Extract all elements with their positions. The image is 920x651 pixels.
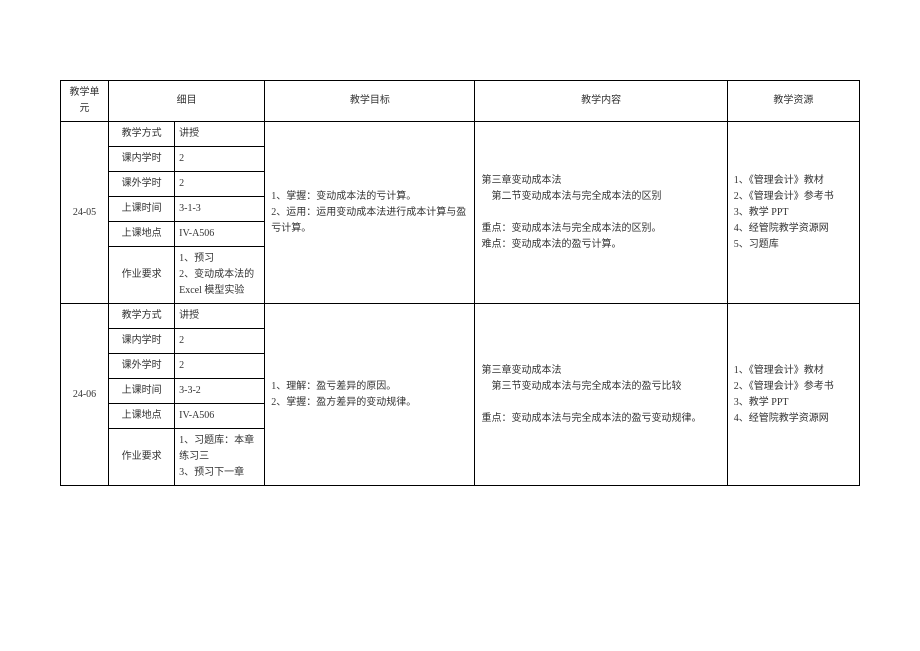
unit-id: 24-05 [61, 122, 109, 304]
detail-label: 课内学时 [109, 329, 175, 354]
detail-label: 课外学时 [109, 172, 175, 197]
table-row: 24-05 教学方式 讲授 1、掌握：变动成本法的亏计算。 2、运用：运用变动成… [61, 122, 860, 147]
content-cell: 第三章变动成本法 第三节变动成本法与完全成本法的盈亏比较 重点：变动成本法与完全… [475, 304, 727, 486]
detail-value: 2 [175, 329, 265, 354]
detail-label: 教学方式 [109, 304, 175, 329]
detail-label: 上课地点 [109, 404, 175, 429]
resources-cell: 1、《管理会计》教材 2、《管理会计》参考书 3、教学 PPT 4、经管院教学资… [727, 304, 859, 486]
detail-value: 2 [175, 147, 265, 172]
table-header-row: 教学单元 细目 教学目标 教学内容 教学资源 [61, 81, 860, 122]
detail-label: 上课时间 [109, 379, 175, 404]
detail-label: 教学方式 [109, 122, 175, 147]
detail-label: 上课地点 [109, 222, 175, 247]
header-objectives: 教学目标 [265, 81, 475, 122]
detail-value: 1、习题库：本章练习三 3、预习下一章 [175, 429, 265, 486]
detail-label: 作业要求 [109, 247, 175, 304]
detail-value: 2 [175, 172, 265, 197]
detail-label: 课内学时 [109, 147, 175, 172]
detail-value: IV-A506 [175, 404, 265, 429]
detail-value: 3-1-3 [175, 197, 265, 222]
content-cell: 第三章变动成本法 第二节变动成本法与完全成本法的区别 重点：变动成本法与完全成本… [475, 122, 727, 304]
objectives-cell: 1、理解：盈亏差异的原因。 2、掌握：盈方差异的变动规律。 [265, 304, 475, 486]
detail-value: 2 [175, 354, 265, 379]
lesson-plan-table: 教学单元 细目 教学目标 教学内容 教学资源 24-05 教学方式 讲授 1、掌… [60, 80, 860, 486]
table-row: 24-06 教学方式 讲授 1、理解：盈亏差异的原因。 2、掌握：盈方差异的变动… [61, 304, 860, 329]
objectives-cell: 1、掌握：变动成本法的亏计算。 2、运用：运用变动成本法进行成本计算与盈亏计算。 [265, 122, 475, 304]
resources-cell: 1、《管理会计》教材 2、《管理会计》参考书 3、教学 PPT 4、经管院教学资… [727, 122, 859, 304]
header-content: 教学内容 [475, 81, 727, 122]
detail-label: 作业要求 [109, 429, 175, 486]
header-unit: 教学单元 [61, 81, 109, 122]
detail-label: 课外学时 [109, 354, 175, 379]
header-detail: 细目 [109, 81, 265, 122]
unit-id: 24-06 [61, 304, 109, 486]
detail-value: 3-3-2 [175, 379, 265, 404]
detail-value: 讲授 [175, 304, 265, 329]
detail-value: 1、预习 2、变动成本法的Excel 模型实验 [175, 247, 265, 304]
detail-value: 讲授 [175, 122, 265, 147]
detail-value: IV-A506 [175, 222, 265, 247]
detail-label: 上课时间 [109, 197, 175, 222]
header-resources: 教学资源 [727, 81, 859, 122]
